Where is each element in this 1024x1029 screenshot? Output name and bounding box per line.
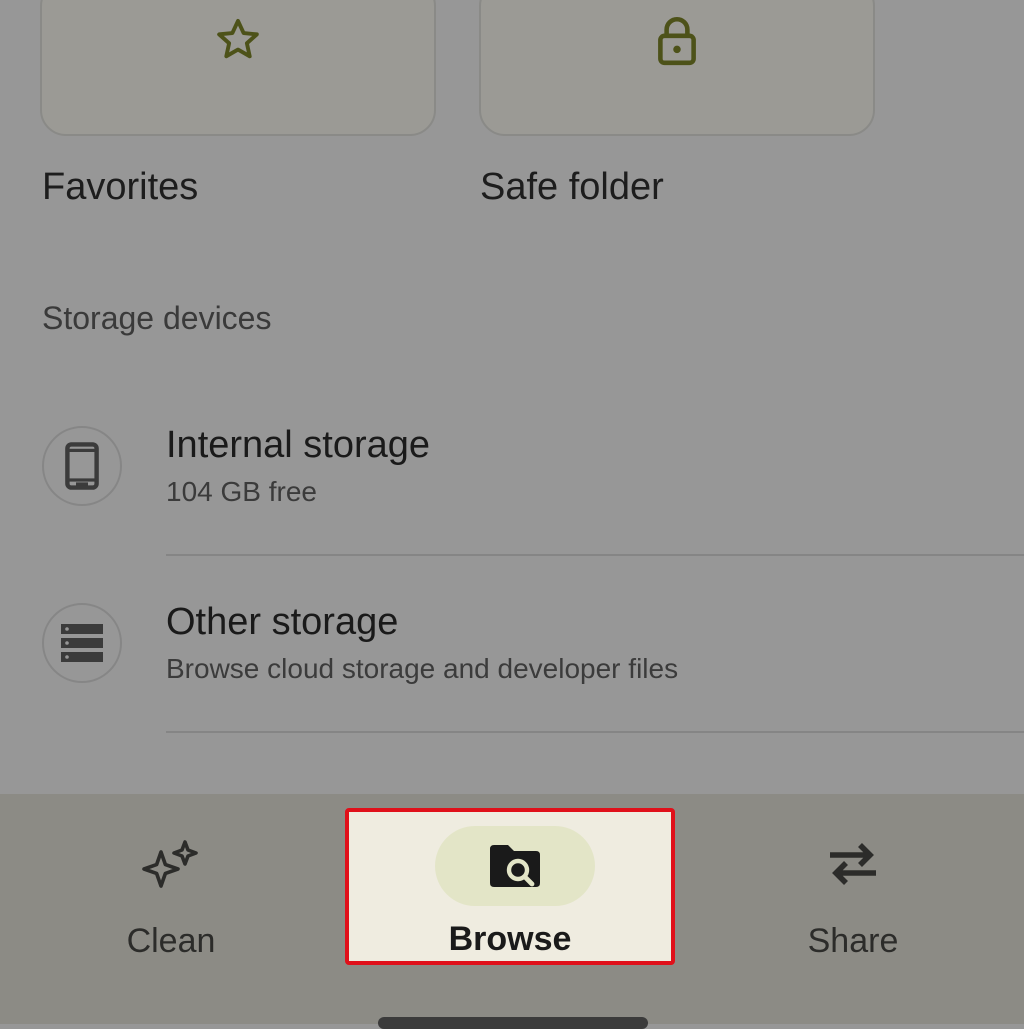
internal-storage-item[interactable]: Internal storage 104 GB free bbox=[0, 424, 1024, 576]
star-icon bbox=[217, 18, 259, 59]
swap-arrows-icon bbox=[830, 843, 876, 885]
nav-share[interactable]: Share bbox=[742, 794, 964, 964]
other-storage-icon-circle bbox=[42, 603, 122, 683]
internal-storage-subtitle: 104 GB free bbox=[166, 476, 317, 507]
favorites-tile[interactable] bbox=[40, 0, 436, 136]
nav-browse[interactable]: Browse bbox=[345, 808, 675, 965]
server-icon bbox=[61, 624, 103, 662]
lock-icon bbox=[658, 17, 696, 66]
nav-browse-label: Browse bbox=[448, 920, 572, 958]
nav-clean[interactable]: Clean bbox=[60, 794, 282, 964]
divider bbox=[166, 554, 1024, 556]
other-storage-subtitle: Browse cloud storage and developer files bbox=[166, 653, 679, 684]
nav-share-label: Share bbox=[807, 922, 899, 960]
divider bbox=[166, 731, 1024, 733]
gesture-handle[interactable] bbox=[378, 1017, 648, 1029]
browse-selected-pill bbox=[435, 826, 595, 906]
internal-storage-title: Internal storage bbox=[166, 424, 431, 466]
phone-icon bbox=[65, 442, 99, 490]
sparkle-icon bbox=[142, 840, 198, 888]
nav-clean-label: Clean bbox=[126, 922, 216, 960]
other-storage-title: Other storage bbox=[166, 601, 399, 643]
other-storage-item[interactable]: Other storage Browse cloud storage and d… bbox=[0, 601, 1024, 753]
internal-storage-icon-circle bbox=[42, 426, 122, 506]
storage-devices-heading: Storage devices bbox=[42, 300, 272, 336]
folder-search-icon bbox=[490, 845, 540, 887]
safe-folder-tile[interactable] bbox=[479, 0, 875, 136]
favorites-label: Favorites bbox=[42, 166, 199, 208]
safe-folder-label: Safe folder bbox=[480, 166, 664, 208]
